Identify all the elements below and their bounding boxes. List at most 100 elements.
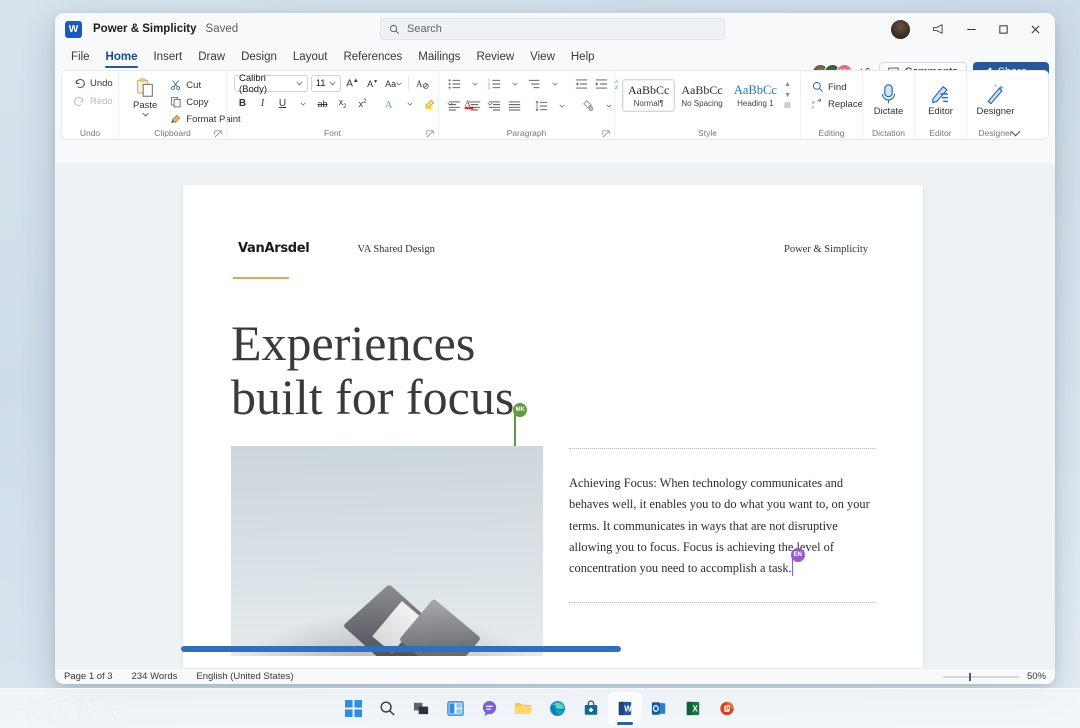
close-button[interactable]: [1019, 14, 1051, 44]
chevron-down-icon[interactable]: [142, 112, 149, 117]
subscript-button[interactable]: x2: [334, 95, 351, 112]
ribbon-collapse-icon[interactable]: [1010, 130, 1021, 137]
group-label-undo: Undo: [79, 128, 101, 138]
style-normal[interactable]: AaBbCc Normal¶: [622, 79, 676, 112]
styles-gallery-scroll[interactable]: ▲ ▼ ▤: [782, 79, 793, 112]
tab-layout[interactable]: Layout: [286, 49, 335, 66]
zoom-slider[interactable]: [942, 672, 1019, 681]
paste-button[interactable]: Paste: [126, 75, 164, 127]
increase-indent-button[interactable]: [593, 75, 610, 92]
find-button[interactable]: Find: [808, 79, 867, 95]
document-body-text[interactable]: Achieving Focus: When technology communi…: [569, 473, 875, 580]
tab-review[interactable]: Review: [469, 49, 521, 66]
line-spacing-button[interactable]: [533, 97, 550, 114]
document-headline[interactable]: Experiences built for focus MK: [183, 256, 923, 460]
ribbon: Undo Redo Undo Paste Cut Copy Format Pai…: [61, 70, 1049, 140]
tab-home[interactable]: Home: [99, 49, 145, 68]
bullets-dropdown[interactable]: [466, 75, 483, 92]
numbering-dropdown[interactable]: [506, 75, 523, 92]
start-icon[interactable]: [336, 692, 370, 726]
change-case-button[interactable]: Aa: [384, 75, 403, 92]
underline-button[interactable]: U: [274, 95, 291, 112]
powerpoint-icon[interactable]: P: [710, 692, 744, 726]
tab-view[interactable]: View: [523, 49, 562, 66]
scroll-down-icon[interactable]: ▼: [784, 92, 791, 100]
feedback-icon[interactable]: [923, 14, 955, 44]
font-size-combobox[interactable]: 11: [310, 75, 342, 92]
clipboard-dialog-launcher[interactable]: [214, 130, 222, 138]
zoom-control[interactable]: 50%: [942, 671, 1046, 682]
tab-design[interactable]: Design: [234, 49, 284, 66]
header-middle-text: VA Shared Design: [357, 244, 435, 255]
italic-button[interactable]: I: [254, 95, 271, 112]
clear-formatting-button[interactable]: A: [414, 75, 431, 92]
underline-dropdown[interactable]: [294, 95, 311, 112]
undo-button[interactable]: Undo: [69, 75, 117, 92]
chat-icon[interactable]: [472, 692, 506, 726]
tab-references[interactable]: References: [336, 49, 409, 66]
horizontal-scrollbar[interactable]: [181, 646, 921, 652]
widgets-icon[interactable]: [438, 692, 472, 726]
numbering-button[interactable]: 123: [486, 75, 503, 92]
align-center-button[interactable]: [466, 97, 483, 114]
line-spacing-dropdown[interactable]: [553, 97, 570, 114]
document-canvas[interactable]: VanArsdel VA Shared Design Power & Simpl…: [55, 163, 1055, 668]
superscript-button[interactable]: x2: [354, 95, 371, 112]
shading-button[interactable]: [580, 97, 597, 114]
document-title[interactable]: Power & Simplicity: [93, 23, 197, 35]
decrease-indent-button[interactable]: [573, 75, 590, 92]
outlook-icon[interactable]: [642, 692, 676, 726]
maximize-button[interactable]: [987, 14, 1019, 44]
replace-button[interactable]: ac Replace: [808, 96, 867, 112]
align-right-button[interactable]: [486, 97, 503, 114]
tab-draw[interactable]: Draw: [191, 49, 232, 66]
font-dialog-launcher[interactable]: [426, 130, 434, 138]
line-spacing-icon: [535, 100, 548, 112]
tab-help[interactable]: Help: [564, 49, 602, 66]
shrink-font-button[interactable]: A▼: [364, 75, 381, 92]
task-view-icon[interactable]: [404, 692, 438, 726]
editor-button[interactable]: Editor: [922, 81, 959, 119]
dictate-button[interactable]: Dictate: [870, 81, 907, 119]
search-box[interactable]: Search: [380, 18, 725, 40]
paragraph-dialog-launcher[interactable]: [602, 130, 610, 138]
text-effects-dropdown[interactable]: [401, 95, 418, 112]
align-right-icon: [488, 100, 501, 112]
highlight-button[interactable]: [421, 95, 438, 112]
scroll-up-icon[interactable]: ▲: [784, 81, 791, 89]
language-indicator[interactable]: English (United States): [196, 671, 293, 682]
word-icon[interactable]: W: [608, 691, 642, 726]
font-name-combobox[interactable]: Calibri (Body): [234, 73, 308, 95]
align-left-button[interactable]: [446, 97, 463, 114]
decrease-indent-icon: [575, 78, 588, 90]
document-photo[interactable]: [231, 446, 543, 656]
tab-insert[interactable]: Insert: [146, 49, 189, 66]
bullets-button[interactable]: [446, 75, 463, 92]
style-heading-1[interactable]: AaBbCc Heading 1: [729, 79, 782, 112]
multilevel-list-button[interactable]: [526, 75, 543, 92]
tab-file[interactable]: File: [64, 49, 97, 66]
designer-button[interactable]: Designer: [974, 81, 1017, 119]
bold-button[interactable]: B: [234, 95, 251, 112]
multilevel-list-dropdown[interactable]: [546, 75, 563, 92]
styles-expand-icon[interactable]: ▤: [784, 102, 791, 110]
tab-mailings[interactable]: Mailings: [411, 49, 467, 66]
zoom-level[interactable]: 50%: [1027, 671, 1046, 682]
search-icon[interactable]: [370, 692, 404, 726]
page-indicator[interactable]: Page 1 of 3: [64, 671, 113, 682]
text-effects-button[interactable]: A: [381, 95, 398, 112]
save-state-label[interactable]: Saved: [206, 23, 239, 35]
edge-icon[interactable]: [540, 692, 574, 726]
file-explorer-icon[interactable]: [506, 692, 540, 726]
store-icon[interactable]: [574, 692, 608, 726]
justify-button[interactable]: [506, 97, 523, 114]
document-page[interactable]: VanArsdel VA Shared Design Power & Simpl…: [183, 185, 923, 668]
word-count[interactable]: 234 Words: [132, 671, 178, 682]
grow-font-button[interactable]: A▲: [344, 75, 361, 92]
minimize-button[interactable]: [955, 14, 987, 44]
redo-button[interactable]: Redo: [69, 93, 117, 110]
account-avatar[interactable]: [890, 18, 911, 40]
strikethrough-button[interactable]: ab: [314, 95, 331, 112]
excel-icon[interactable]: X: [676, 692, 710, 726]
style-no-spacing[interactable]: AaBbCc No Spacing: [675, 79, 728, 112]
